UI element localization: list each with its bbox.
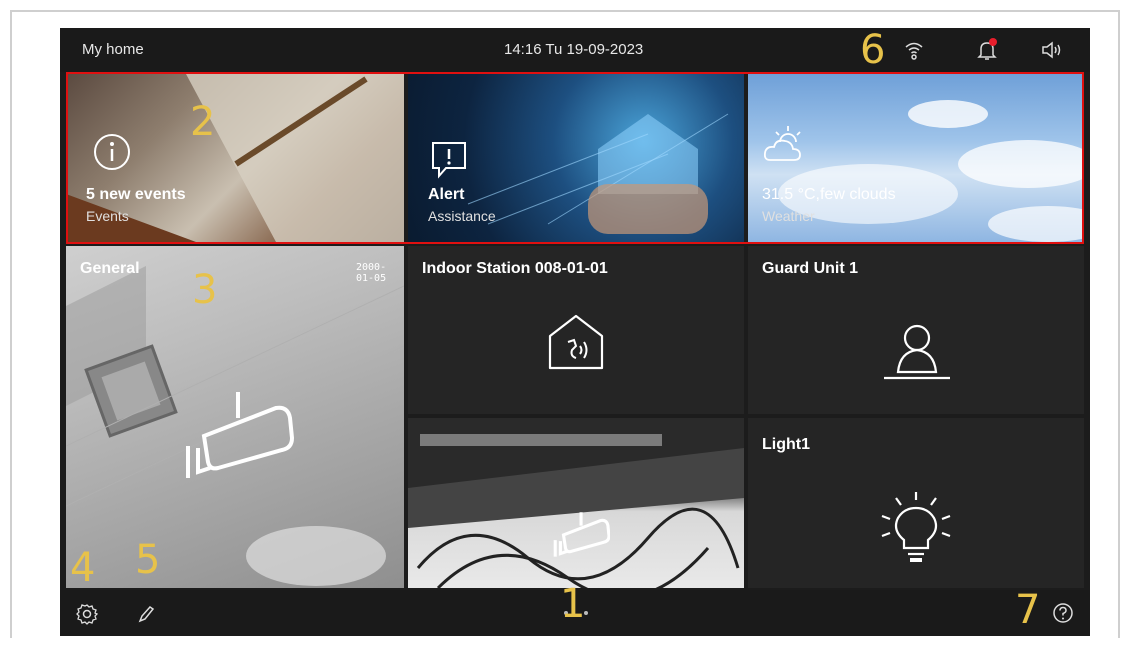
edit-pencil-icon[interactable]	[136, 604, 156, 624]
callout-2: 2	[190, 99, 216, 145]
highlight-box	[66, 72, 1084, 244]
light-label: Light1	[762, 436, 810, 453]
camera-timestamp: 2000-01-05	[356, 262, 387, 284]
camera-tile-2[interactable]	[408, 418, 744, 588]
callout-4: 4	[70, 545, 96, 591]
callout-7: 7	[1015, 587, 1041, 633]
speaker-icon[interactable]	[1040, 38, 1064, 62]
notification-bell-icon[interactable]	[975, 38, 999, 62]
lightbulb-icon	[876, 488, 956, 568]
help-icon[interactable]	[1052, 602, 1074, 624]
settings-gear-icon[interactable]	[76, 603, 98, 625]
callout-5: 5	[135, 537, 161, 583]
callout-1: 1	[560, 581, 586, 627]
general-label: General	[80, 260, 140, 277]
camera-icon	[174, 388, 294, 488]
light-tile[interactable]: Light1	[748, 418, 1084, 588]
home-title: My home	[82, 41, 144, 58]
callout-6: 6	[860, 27, 886, 73]
callout-3: 3	[192, 267, 218, 313]
indoor-station-tile[interactable]: Indoor Station 008-01-01	[408, 246, 744, 414]
guard-unit-tile[interactable]: Guard Unit 1	[748, 246, 1084, 414]
date-time: 14:16 Tu 19-09-2023	[504, 41, 644, 58]
indoor-station-label: Indoor Station 008-01-01	[422, 260, 608, 277]
person-icon	[882, 322, 952, 382]
status-bar: My home 14:16 Tu 19-09-2023	[60, 28, 1090, 72]
camera-icon-small	[548, 510, 610, 562]
guard-unit-label: Guard Unit 1	[762, 260, 859, 277]
intercom-house-icon	[546, 312, 606, 372]
camera-feed-image-2	[408, 418, 744, 588]
wifi-icon[interactable]	[902, 38, 926, 62]
general-camera-tile[interactable]: General 2000-01-05	[66, 246, 404, 588]
